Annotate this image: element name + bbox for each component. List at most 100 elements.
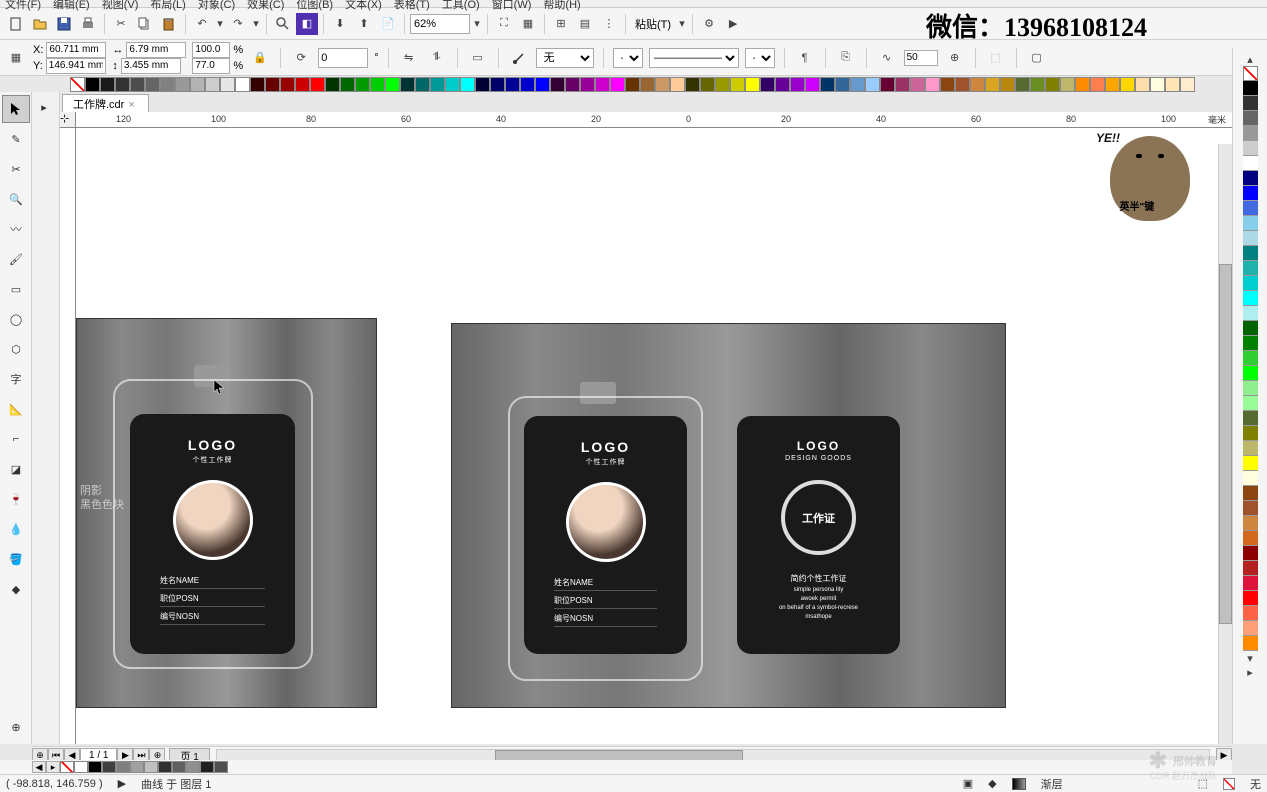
redo-dropdown[interactable]: ▾ — [251, 13, 261, 35]
guides-button[interactable]: ⋮ — [598, 13, 620, 35]
artistic-media-tool[interactable]: 🖌 — [2, 245, 30, 273]
color-swatch[interactable] — [940, 77, 955, 92]
color-proof-icon[interactable]: ▣ — [963, 777, 973, 790]
align-button[interactable]: ▭ — [467, 47, 489, 69]
ruler-origin[interactable]: ⊹ — [60, 112, 76, 128]
doc-color-swatch[interactable] — [158, 761, 172, 773]
menu-edit[interactable]: 编辑(E) — [53, 0, 90, 12]
color-swatch[interactable] — [1243, 291, 1258, 306]
color-swatch[interactable] — [700, 77, 715, 92]
smart-fill-tool[interactable]: ◆ — [2, 575, 30, 603]
copy-button[interactable] — [134, 13, 156, 35]
color-swatch[interactable] — [145, 77, 160, 92]
color-swatch[interactable] — [1243, 171, 1258, 186]
color-swatch[interactable] — [1075, 77, 1090, 92]
color-swatch[interactable] — [970, 77, 985, 92]
color-swatch[interactable] — [1243, 276, 1258, 291]
vertical-ruler[interactable] — [60, 128, 76, 744]
color-swatch[interactable] — [685, 77, 700, 92]
color-swatch[interactable] — [415, 77, 430, 92]
palette-down-button[interactable]: ▾ — [1243, 651, 1257, 665]
color-swatch[interactable] — [760, 77, 775, 92]
mirror-v-button[interactable]: ⥮ — [426, 47, 448, 69]
print-button[interactable] — [77, 13, 99, 35]
doc-color-swatch[interactable] — [130, 761, 144, 773]
paste-dropdown[interactable]: ▾ — [677, 13, 687, 35]
color-swatch[interactable] — [655, 77, 670, 92]
color-swatch[interactable] — [1120, 77, 1135, 92]
scale-y-input[interactable] — [192, 58, 230, 74]
color-swatch[interactable] — [100, 77, 115, 92]
y-input[interactable] — [46, 58, 106, 74]
color-swatch[interactable] — [640, 77, 655, 92]
transparency-tool[interactable]: 🍷 — [2, 485, 30, 513]
cut-button[interactable]: ✂ — [110, 13, 132, 35]
ellipse-tool[interactable]: ◯ — [2, 305, 30, 333]
color-swatch[interactable] — [460, 77, 475, 92]
color-swatch[interactable] — [1243, 381, 1258, 396]
color-swatch[interactable] — [565, 77, 580, 92]
color-swatch[interactable] — [985, 77, 1000, 92]
menu-file[interactable]: 文件(F) — [5, 0, 41, 12]
color-swatch[interactable] — [1243, 96, 1258, 111]
color-swatch[interactable] — [1243, 366, 1258, 381]
paste-button[interactable] — [158, 13, 180, 35]
crop-tool[interactable]: ✂ — [2, 155, 30, 183]
color-swatch[interactable] — [880, 77, 895, 92]
interactive-fill-tool[interactable]: 🪣 — [2, 545, 30, 573]
show-rulers-button[interactable]: ▦ — [517, 13, 539, 35]
import-button[interactable]: ⬇ — [329, 13, 351, 35]
color-swatch[interactable] — [1243, 231, 1258, 246]
doc-color-swatch[interactable] — [214, 761, 228, 773]
color-swatch[interactable] — [250, 77, 265, 92]
color-swatch[interactable] — [1243, 141, 1258, 156]
color-swatch[interactable] — [1243, 576, 1258, 591]
app-launcher-button[interactable]: ◧ — [296, 13, 318, 35]
mirror-h-button[interactable]: ⇋ — [398, 47, 420, 69]
rectangle-tool[interactable]: ▭ — [2, 275, 30, 303]
color-swatch[interactable] — [625, 77, 640, 92]
doc-color-swatch[interactable] — [200, 761, 214, 773]
color-swatch[interactable] — [595, 77, 610, 92]
height-input[interactable] — [121, 58, 181, 74]
doc-color-swatch[interactable] — [74, 761, 88, 773]
color-swatch[interactable] — [1180, 77, 1195, 92]
color-swatch[interactable] — [1015, 77, 1030, 92]
menu-bitmap[interactable]: 位图(B) — [296, 0, 333, 12]
freehand-tool[interactable]: 〰 — [2, 215, 30, 243]
options-button[interactable]: ⚙ — [698, 13, 720, 35]
container-button[interactable]: ▢ — [1026, 47, 1048, 69]
color-swatch[interactable] — [235, 77, 250, 92]
color-swatch[interactable] — [1060, 77, 1075, 92]
menu-effects[interactable]: 效果(C) — [247, 0, 284, 12]
color-swatch[interactable] — [430, 77, 445, 92]
color-swatch[interactable] — [1090, 77, 1105, 92]
wrap-text-button[interactable]: ¶ — [794, 47, 816, 69]
redo-button[interactable]: ↷ — [227, 13, 249, 35]
color-swatch[interactable] — [865, 77, 880, 92]
palette-none-swatch[interactable] — [1243, 66, 1258, 81]
snap-grid-icon[interactable]: ▦ — [5, 47, 27, 69]
color-swatch[interactable] — [205, 77, 220, 92]
quick-customize-button[interactable]: ⊕ — [2, 713, 30, 741]
menu-view[interactable]: 视图(V) — [102, 0, 139, 12]
color-eyedropper-tool[interactable]: 💧 — [2, 515, 30, 543]
color-swatch[interactable] — [1105, 77, 1120, 92]
color-swatch[interactable] — [1000, 77, 1015, 92]
color-swatch[interactable] — [1243, 81, 1258, 96]
color-swatch[interactable] — [490, 77, 505, 92]
line-style-select[interactable]: ———————— — [649, 48, 739, 68]
color-swatch[interactable] — [1243, 111, 1258, 126]
shape-tool[interactable]: ✎ — [2, 125, 30, 153]
color-swatch[interactable] — [280, 77, 295, 92]
color-swatch[interactable] — [775, 77, 790, 92]
color-swatch[interactable] — [220, 77, 235, 92]
scale-x-input[interactable] — [192, 42, 230, 58]
open-button[interactable] — [29, 13, 51, 35]
color-swatch[interactable] — [190, 77, 205, 92]
undo-button[interactable]: ↶ — [191, 13, 213, 35]
zoom-tool[interactable]: 🔍 — [2, 185, 30, 213]
color-swatch[interactable] — [1243, 456, 1258, 471]
color-swatch[interactable] — [1243, 516, 1258, 531]
color-swatch[interactable] — [1165, 77, 1180, 92]
